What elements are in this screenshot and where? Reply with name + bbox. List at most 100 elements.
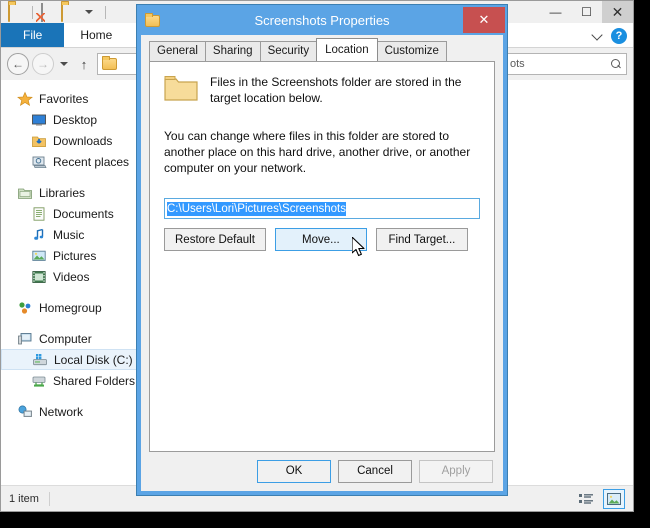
properties-icon[interactable] [61,3,77,22]
sidebar-label: Recent places [53,154,130,169]
pictures-icon [31,248,47,264]
sidebar-group-computer: Computer Local Disk (C:) Shared Folders [1,328,145,391]
folder-icon [164,74,198,102]
sidebar-label: Homegroup [39,300,102,315]
sidebar-group-libraries: Libraries Documents Music Pictures Video… [1,182,145,287]
sidebar-label: Libraries [39,185,86,200]
find-target-button[interactable]: Find Target... [375,228,468,251]
back-button[interactable]: ← [7,53,29,75]
sidebar-item-computer[interactable]: Computer [1,328,145,349]
sidebar-label: Local Disk (C:) [54,352,133,367]
tab-security[interactable]: Security [259,41,318,61]
minimize-button[interactable]: — [540,1,571,23]
tab-home[interactable]: Home [64,23,128,47]
network-icon [17,404,33,420]
sidebar-item-libraries[interactable]: Libraries [1,182,145,203]
dialog-title-bar[interactable]: Screenshots Properties ✕ [137,5,507,35]
sidebar-item-favorites[interactable]: Favorites [1,88,145,109]
homegroup-icon [17,300,33,316]
tab-general[interactable]: General [149,41,206,61]
large-icons-view-button[interactable] [603,488,625,509]
forward-button[interactable]: → [32,53,54,75]
location-path-value: C:\Users\Lori\Pictures\Screenshots [167,201,346,216]
sidebar-item-downloads[interactable]: Downloads [1,130,145,151]
sidebar-group-homegroup: Homegroup [1,297,145,318]
window-controls: — ☐ ✕ [540,1,633,23]
sidebar-label: Desktop [53,112,98,127]
sidebar-item-network[interactable]: Network [1,401,145,422]
sidebar-label: Videos [53,269,90,284]
maximize-button[interactable]: ☐ [571,1,602,23]
recent-places-icon [31,154,47,170]
sidebar-item-desktop[interactable]: Desktop [1,109,145,130]
customize-qat-icon[interactable] [81,4,97,20]
sidebar-label: Favorites [39,91,89,106]
sidebar-label: Network [39,404,84,419]
sidebar-item-shared-folders[interactable]: Shared Folders [1,370,145,391]
ok-button[interactable]: OK [257,459,331,483]
local-disk-icon [32,352,48,368]
toolbar-divider-2 [105,5,106,19]
music-icon [31,227,47,243]
status-divider [48,491,50,506]
sidebar-item-documents[interactable]: Documents [1,203,145,224]
apply-button[interactable]: Apply [419,459,493,483]
sidebar-item-homegroup[interactable]: Homegroup [1,297,145,318]
sidebar-label: Downloads [53,133,113,148]
shared-folders-icon [31,373,47,389]
sidebar-item-music[interactable]: Music [1,224,145,245]
search-icon [611,58,622,70]
new-folder-icon[interactable] [41,3,57,22]
description-text: You can change where files in this folde… [164,129,471,175]
help-icon[interactable]: ? [611,27,627,44]
intro-block: Files in the Screenshots folder are stor… [164,74,480,106]
sidebar-label: Music [53,227,85,242]
screenshots-properties-dialog: Screenshots Properties ✕ General Sharing… [136,4,508,496]
tab-file[interactable]: File [1,23,65,47]
sidebar-label: Pictures [53,248,97,263]
path-field-wrap: C:\Users\Lori\Pictures\Screenshots [164,198,480,219]
videos-icon [31,269,47,285]
libraries-icon [17,185,33,201]
folder-icon[interactable] [8,3,24,22]
tab-sharing[interactable]: Sharing [204,41,261,61]
ribbon-right-controls: ? [592,23,627,48]
location-button-row: Restore Default Move... Find Target... [164,228,480,251]
documents-icon [31,206,47,222]
item-count-label: 1 item [9,492,39,505]
cancel-button[interactable]: Cancel [338,459,412,483]
dialog-tab-strip: General Sharing Security Location Custom… [142,38,502,61]
search-input[interactable]: ots [505,53,627,75]
sidebar-label: Documents [53,206,114,221]
close-button[interactable]: ✕ [602,1,633,23]
dialog-close-button[interactable]: ✕ [463,7,505,33]
downloads-icon [31,133,47,149]
sidebar-item-recent-places[interactable]: Recent places [1,151,145,172]
sidebar-item-pictures[interactable]: Pictures [1,245,145,266]
location-tab-page: Files in the Screenshots folder are stor… [149,61,495,452]
tab-location[interactable]: Location [316,38,378,61]
intro-text: Files in the Screenshots folder are stor… [210,75,462,105]
toolbar-divider [32,5,33,19]
star-icon [17,91,33,107]
sidebar-item-videos[interactable]: Videos [1,266,145,287]
sidebar-label: Computer [39,331,92,346]
sidebar-item-local-disk-c[interactable]: Local Disk (C:) [1,349,145,370]
location-path-input[interactable]: C:\Users\Lori\Pictures\Screenshots [164,198,480,219]
dialog-title: Screenshots Properties [254,12,390,28]
sidebar-group-network: Network [1,401,145,422]
tab-customize[interactable]: Customize [376,41,447,61]
sidebar-group-favorites: Favorites Desktop Downloads Recent place… [1,88,145,172]
desktop-icon [31,112,47,128]
search-value: ots [510,58,525,70]
recent-locations-dropdown[interactable] [57,62,71,66]
up-button[interactable]: ↑ [74,57,94,72]
chevron-down-icon[interactable] [592,30,603,41]
computer-icon [17,331,33,347]
dialog-inner: General Sharing Security Location Custom… [142,35,502,490]
restore-default-button[interactable]: Restore Default [164,228,266,251]
details-view-button[interactable] [575,489,597,509]
dialog-footer: OK Cancel Apply [142,452,502,490]
folder-icon [145,13,160,27]
move-button[interactable]: Move... [274,228,367,251]
